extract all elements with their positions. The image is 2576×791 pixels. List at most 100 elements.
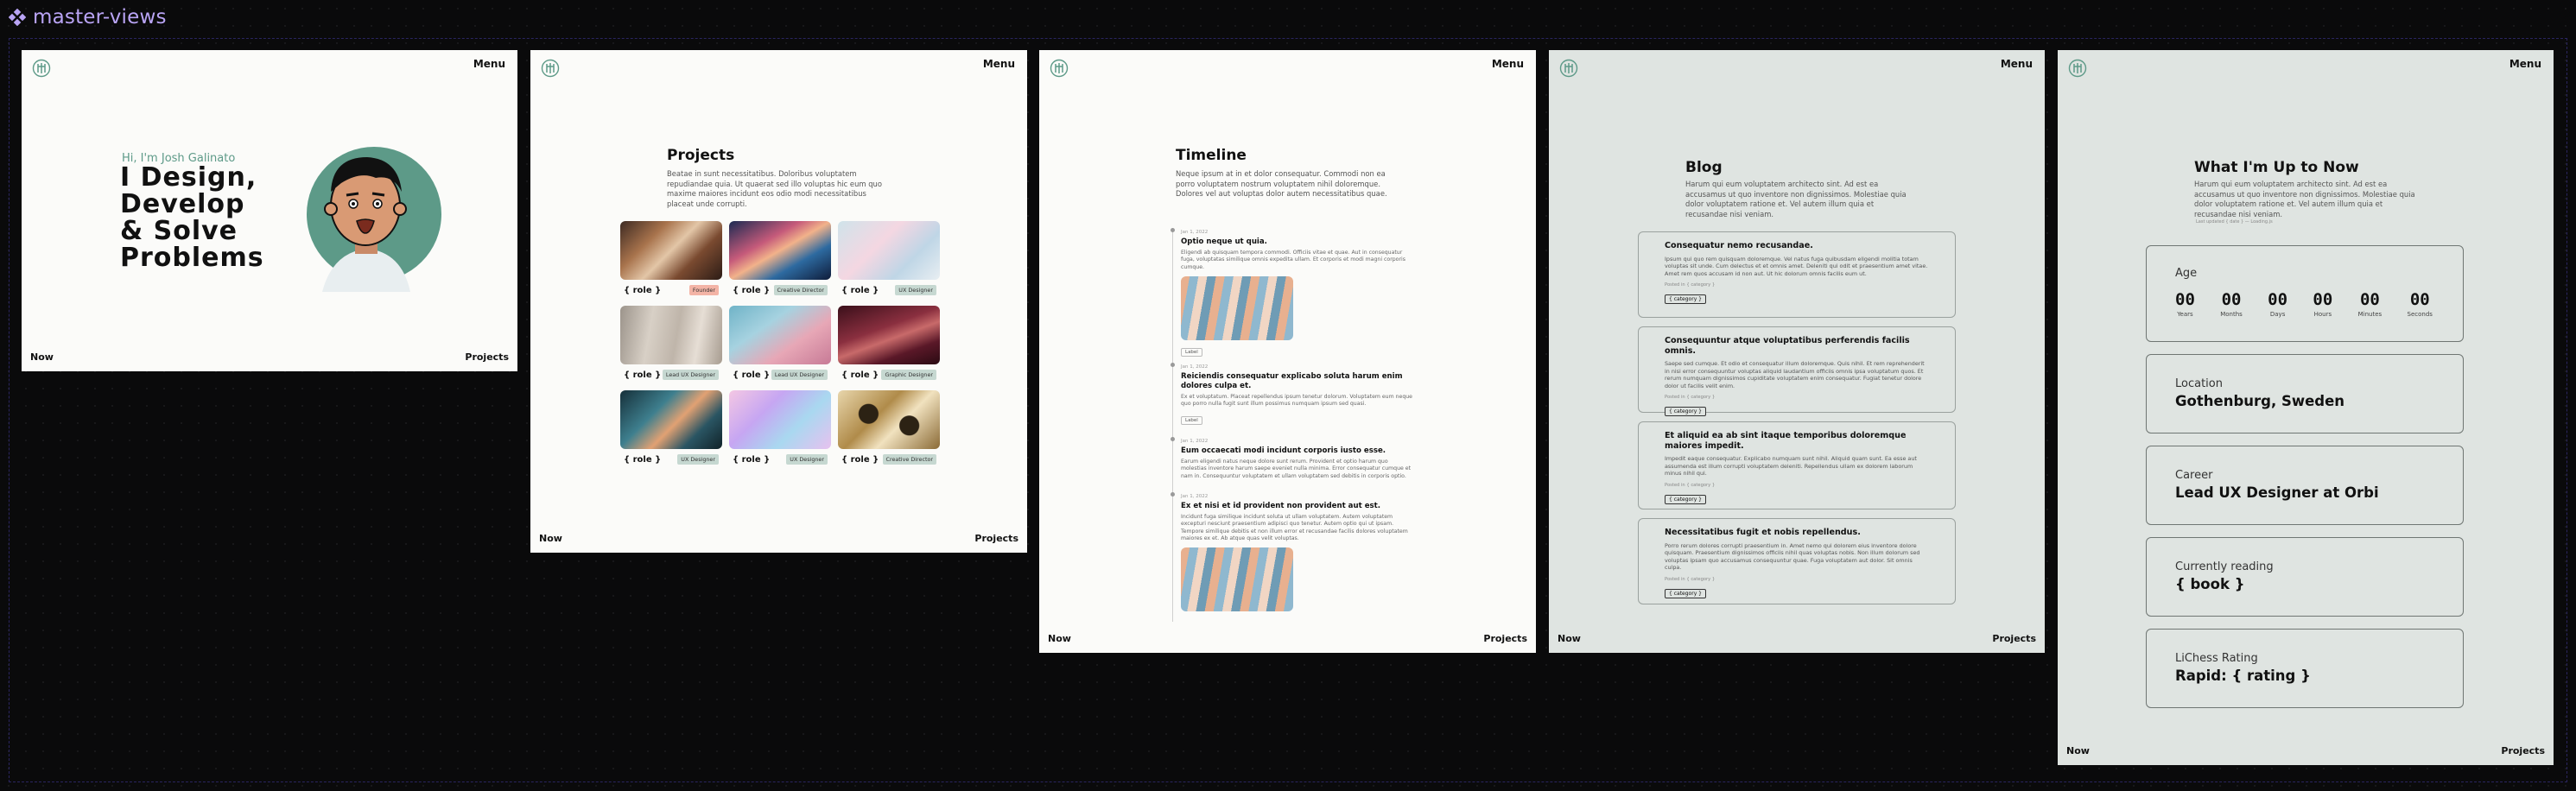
timeline-entry[interactable]: Jan 1, 2022 Reiciendis consequatur expli…	[1171, 363, 1414, 425]
timeline-dot	[1171, 363, 1175, 367]
timeline-label-button[interactable]: Label	[1181, 415, 1202, 425]
timeline-title: Timeline	[1176, 147, 1247, 164]
timeline-intro: Neque ipsum at in et dolor consequatur. …	[1176, 169, 1387, 198]
now-title: What I'm Up to Now	[2194, 159, 2359, 176]
post-meta: Posted in { category }	[1665, 395, 1716, 400]
career-label: Career	[2175, 469, 2213, 482]
logo-icon[interactable]	[541, 59, 560, 78]
category-tag[interactable]: { category }	[1665, 407, 1706, 416]
age-card: Age 00 Years 00 Months 00 Days 00 Hours 00 Mi…	[2146, 245, 2464, 342]
project-tag: UX Designer	[677, 454, 719, 465]
timeline-entry[interactable]: Jan 1, 2022 Optio neque ut quia. Eligend…	[1171, 228, 1414, 357]
projects-link[interactable]: Projects	[1483, 633, 1527, 644]
timer-seconds: 00 Seconds	[2407, 290, 2433, 318]
project-thumbnail	[729, 306, 831, 364]
now-link[interactable]: Now	[1558, 633, 1581, 644]
project-role: { role }	[841, 370, 879, 380]
project-card[interactable]: { role } Lead UX Designer	[620, 306, 722, 380]
logo-icon[interactable]	[1559, 59, 1578, 78]
blog-intro: Harum qui eum voluptatem architecto sint…	[1685, 180, 1907, 218]
timeline-entry-body: Ex et voluptatum. Placeat repellendus ip…	[1181, 394, 1412, 408]
projects-intro: Beatae in sunt necessitatibus. Doloribus…	[667, 169, 882, 208]
career-card: Career Lead UX Designer at Orbi	[2146, 446, 2464, 525]
timeline-label-button[interactable]: Label	[1181, 347, 1202, 357]
timeline-dot	[1171, 437, 1175, 441]
post-meta: Posted in { category }	[1665, 282, 1716, 288]
post-meta: Posted in { category }	[1665, 482, 1716, 488]
now-view[interactable]: Menu What I'm Up to Now Harum qui eum vo…	[2058, 50, 2554, 765]
project-tag: Creative Director	[882, 454, 936, 465]
timeline-view[interactable]: Menu Timeline Neque ipsum at in et dolor…	[1039, 50, 1536, 653]
frame-title: master-views	[33, 6, 167, 28]
now-link[interactable]: Now	[1048, 633, 1071, 644]
chess-label: LiChess Rating	[2175, 652, 2258, 665]
timeline-entry-title: Eum occaecati modi incidunt corporis ius…	[1181, 446, 1386, 455]
logo-icon[interactable]	[32, 59, 51, 78]
project-card[interactable]: { role } UX Designer	[729, 390, 831, 465]
project-tag: Founder	[688, 285, 719, 295]
post-title: Consequuntur atque voluptatibus perferen…	[1665, 336, 1910, 356]
project-card[interactable]: { role } UX Designer	[838, 221, 940, 295]
timeline-date: Jan 1, 2022	[1181, 494, 1209, 499]
category-tag[interactable]: { category }	[1665, 588, 1706, 598]
project-thumbnail	[838, 390, 940, 449]
menu-button[interactable]: Menu	[1492, 58, 1524, 70]
menu-button[interactable]: Menu	[2001, 58, 2033, 70]
blog-view[interactable]: Menu Blog Harum qui eum voluptatem archi…	[1549, 50, 2045, 653]
now-link[interactable]: Now	[539, 533, 562, 544]
now-link[interactable]: Now	[2066, 745, 2090, 756]
project-role: { role }	[733, 285, 771, 295]
project-role: { role }	[841, 285, 879, 295]
logo-icon[interactable]	[2068, 59, 2087, 78]
menu-button[interactable]: Menu	[2509, 58, 2541, 70]
frame-title-bar[interactable]: master-views	[9, 5, 167, 29]
blog-post-card[interactable]: Consequatur nemo recusandae. Ipsum qui q…	[1638, 231, 1956, 318]
reading-card: Currently reading { book }	[2146, 537, 2464, 617]
projects-title: Projects	[667, 147, 735, 164]
project-card[interactable]: { role } Graphic Designer	[838, 306, 940, 380]
project-thumbnail	[620, 221, 722, 280]
reading-label: Currently reading	[2175, 560, 2274, 573]
timeline-entry-title: Optio neque ut quia.	[1181, 237, 1267, 246]
now-link[interactable]: Now	[30, 351, 54, 363]
project-tag: UX Designer	[786, 454, 828, 465]
chess-value: Rapid: { rating }	[2175, 668, 2311, 684]
project-role: { role }	[733, 454, 771, 465]
post-excerpt: Porro rerum dolores corrupti praesentium…	[1665, 541, 1920, 572]
projects-link[interactable]: Projects	[2501, 745, 2545, 756]
timer-years: 00 Years	[2175, 290, 2195, 318]
post-title: Et aliquid ea ab sint itaque temporibus …	[1665, 431, 1907, 451]
projects-link[interactable]: Projects	[1992, 633, 2036, 644]
category-tag[interactable]: { category }	[1665, 294, 1706, 304]
project-thumbnail	[838, 221, 940, 280]
post-title: Consequatur nemo recusandae.	[1665, 241, 1813, 250]
category-tag[interactable]: { category }	[1665, 494, 1706, 504]
home-view[interactable]: Menu Hi, I'm Josh Galinato I Design, Dev…	[22, 50, 517, 371]
project-thumbnail	[620, 390, 722, 449]
post-meta: Posted in { category }	[1665, 576, 1716, 582]
project-card[interactable]: { role } Founder	[620, 221, 722, 295]
timeline-entry[interactable]: Jan 1, 2022 Eum occaecati modi incidunt …	[1171, 437, 1414, 480]
timeline-date: Jan 1, 2022	[1181, 439, 1209, 444]
timeline-entry[interactable]: Jan 1, 2022 Ex et nisi et id provident n…	[1171, 492, 1414, 612]
timer-months: 00 Months	[2220, 290, 2243, 318]
project-card[interactable]: { role } UX Designer	[620, 390, 722, 465]
project-card[interactable]: { role } Creative Director	[838, 390, 940, 465]
menu-button[interactable]: Menu	[983, 58, 1015, 70]
timeline-date: Jan 1, 2022	[1181, 364, 1209, 370]
blog-post-card[interactable]: Consequuntur atque voluptatibus perferen…	[1638, 326, 1956, 416]
now-intro: Harum qui eum voluptatem architecto sint…	[2194, 180, 2415, 218]
projects-view[interactable]: Menu Projects Beatae in sunt necessitati…	[530, 50, 1027, 553]
logo-icon[interactable]	[1050, 59, 1069, 78]
blog-post-card[interactable]: Necessitatibus fugit et nobis repellendu…	[1638, 518, 1956, 604]
timer-hours: 00 Hours	[2313, 290, 2333, 318]
menu-button[interactable]: Menu	[473, 58, 505, 70]
post-excerpt: Impedit eaque consequatur. Explicabo num…	[1665, 455, 1917, 477]
projects-link[interactable]: Projects	[974, 533, 1018, 544]
project-card[interactable]: { role } Lead UX Designer	[729, 306, 831, 380]
projects-link[interactable]: Projects	[465, 351, 509, 363]
project-tag: Graphic Designer	[881, 370, 936, 380]
project-card[interactable]: { role } Creative Director	[729, 221, 831, 295]
reading-value: { book }	[2175, 576, 2245, 592]
blog-post-card[interactable]: Et aliquid ea ab sint itaque temporibus …	[1638, 421, 1956, 509]
